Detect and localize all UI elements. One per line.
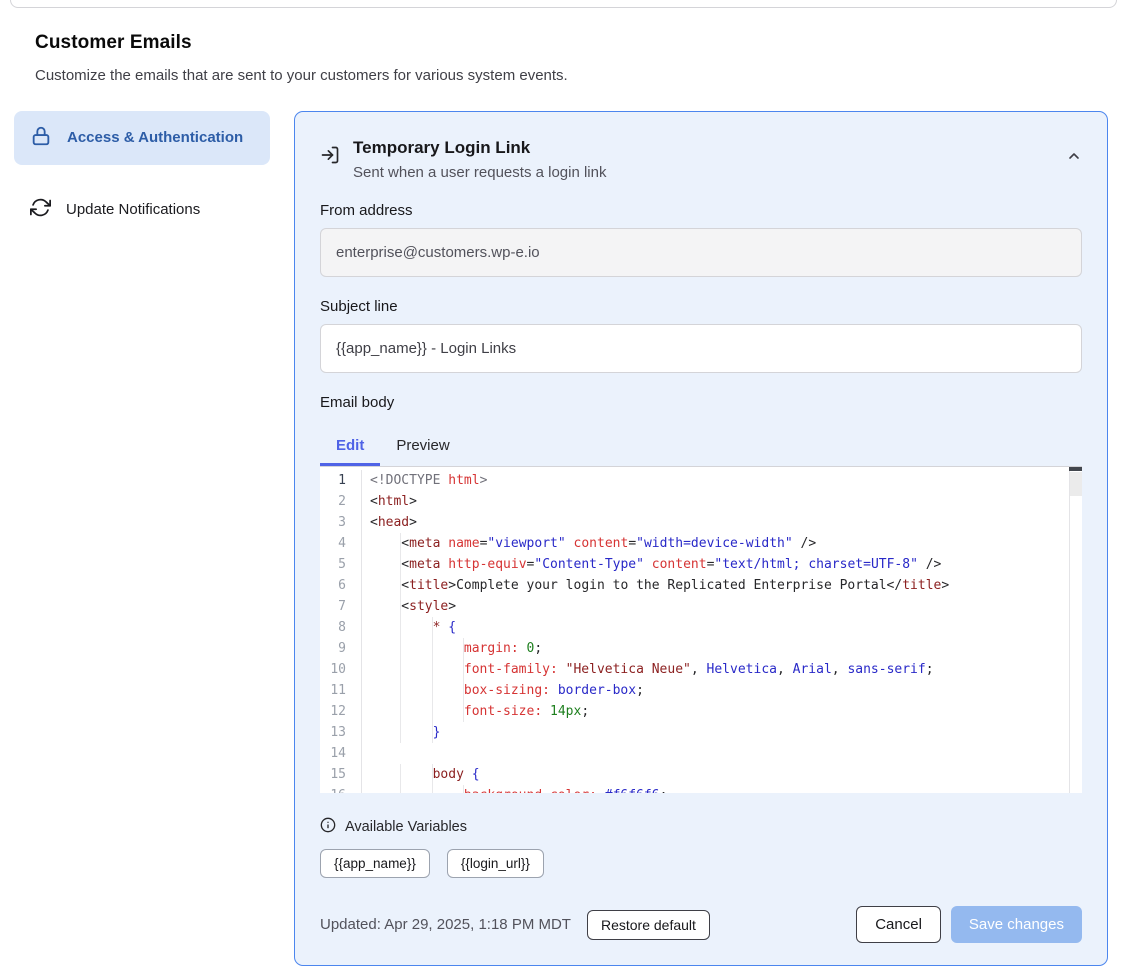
line-number-gutter: 12345678910111213141516 bbox=[320, 470, 362, 793]
sidebar: Access & Authentication Update Notificat… bbox=[14, 111, 270, 230]
from-address-label: From address bbox=[320, 202, 1082, 219]
save-changes-button[interactable]: Save changes bbox=[951, 906, 1082, 943]
sidebar-item-label: Access & Authentication bbox=[67, 126, 243, 150]
sidebar-item-label: Update Notifications bbox=[66, 201, 200, 218]
editor-tabs: Edit Preview bbox=[320, 427, 1082, 466]
available-variables-header: Available Variables bbox=[320, 817, 1082, 837]
page-title: Customer Emails bbox=[35, 32, 1128, 54]
info-icon bbox=[320, 817, 336, 837]
panel-footer: Updated: Apr 29, 2025, 1:18 PM MDT Resto… bbox=[320, 906, 1082, 943]
collapse-button[interactable] bbox=[1066, 148, 1082, 167]
email-body-label: Email body bbox=[320, 394, 1082, 411]
previous-card-edge bbox=[10, 0, 1117, 8]
page-header: Customer Emails Customize the emails tha… bbox=[0, 0, 1128, 84]
updated-timestamp: Updated: Apr 29, 2025, 1:18 PM MDT bbox=[320, 916, 571, 933]
panel-subtitle: Sent when a user requests a login link bbox=[353, 164, 606, 181]
tab-edit[interactable]: Edit bbox=[320, 427, 380, 466]
subject-line-label: Subject line bbox=[320, 298, 1082, 315]
variable-chips: {{app_name}} {{login_url}} bbox=[320, 849, 1082, 878]
scrollbar-thumb[interactable] bbox=[1069, 466, 1082, 471]
page-subtitle: Customize the emails that are sent to yo… bbox=[35, 67, 1128, 84]
panel-header: Temporary Login Link Sent when a user re… bbox=[320, 138, 1082, 181]
sidebar-item-update-notifications[interactable]: Update Notifications bbox=[14, 189, 270, 230]
from-address-field[interactable] bbox=[320, 228, 1082, 277]
lock-icon bbox=[30, 125, 52, 151]
subject-line-field[interactable] bbox=[320, 324, 1082, 373]
tab-preview[interactable]: Preview bbox=[380, 427, 465, 466]
cancel-button[interactable]: Cancel bbox=[856, 906, 941, 943]
panel-title: Temporary Login Link bbox=[353, 138, 606, 158]
temporary-login-link-panel: Temporary Login Link Sent when a user re… bbox=[294, 111, 1108, 966]
code-content[interactable]: <!DOCTYPE html><html><head> <meta name="… bbox=[362, 470, 1082, 793]
refresh-icon bbox=[30, 197, 51, 222]
variable-chip-app-name[interactable]: {{app_name}} bbox=[320, 849, 430, 878]
scrollbar-track-segment bbox=[1070, 472, 1082, 496]
available-variables-label: Available Variables bbox=[345, 819, 467, 835]
restore-default-button[interactable]: Restore default bbox=[587, 910, 710, 940]
variable-chip-login-url[interactable]: {{login_url}} bbox=[447, 849, 544, 878]
chevron-up-icon bbox=[1066, 152, 1082, 167]
email-body-code-editor[interactable]: 12345678910111213141516 <!DOCTYPE html><… bbox=[320, 466, 1082, 793]
sidebar-item-access-authentication[interactable]: Access & Authentication bbox=[14, 111, 270, 165]
editor-scrollbar[interactable] bbox=[1069, 467, 1082, 793]
login-icon bbox=[320, 145, 340, 170]
